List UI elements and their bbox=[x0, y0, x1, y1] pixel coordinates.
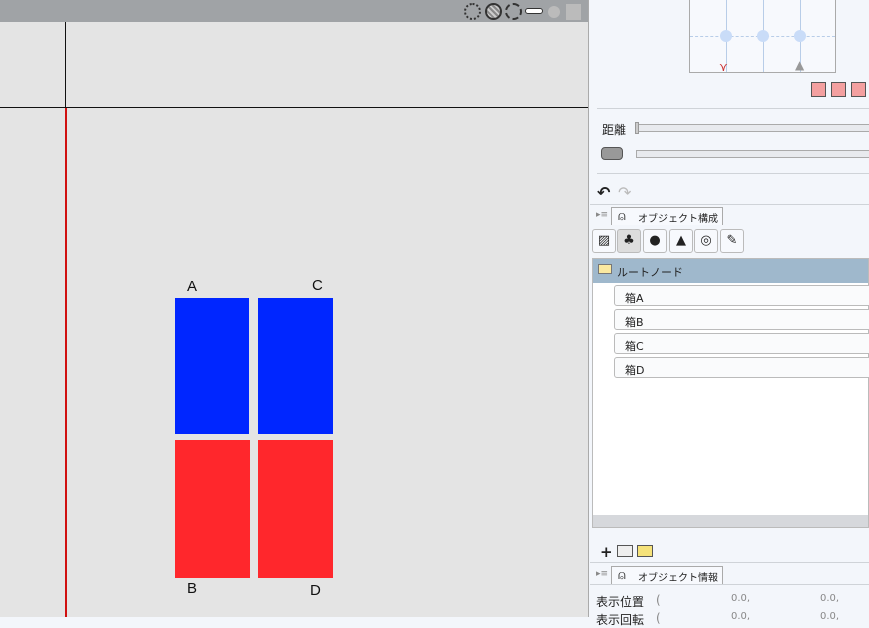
scene-button[interactable]: ▨ bbox=[592, 229, 616, 253]
info-label: 表示回転 bbox=[596, 613, 645, 627]
tree-root-node[interactable]: ルートノード bbox=[593, 259, 868, 283]
points-icon[interactable] bbox=[464, 3, 481, 20]
redo-icon: ↷ bbox=[618, 183, 632, 202]
viewport-toolbar bbox=[0, 0, 588, 22]
person-gear-icon: ⍝ bbox=[618, 568, 626, 583]
camera-marker-icon[interactable]: ⋎ bbox=[719, 60, 728, 74]
label-a: A bbox=[187, 278, 198, 295]
tree-node[interactable]: 箱D bbox=[614, 357, 869, 378]
3d-viewport[interactable]: A C B D bbox=[0, 0, 589, 617]
distance-slider[interactable] bbox=[635, 122, 869, 134]
box-c[interactable] bbox=[258, 298, 333, 434]
box-a[interactable] bbox=[175, 298, 249, 434]
label-b: B bbox=[187, 580, 198, 597]
light-marker-icon[interactable]: ▲ bbox=[795, 58, 804, 72]
bone-icon[interactable] bbox=[525, 8, 543, 14]
tree-node[interactable]: 箱A bbox=[614, 285, 869, 306]
box-b[interactable] bbox=[175, 440, 250, 578]
panel-menu-icon[interactable]: ▸≡ bbox=[596, 210, 608, 220]
vertical-guide bbox=[65, 22, 66, 108]
right-panel: ⋎ ▲ 距離 ↶ ↷ ▸≡ ⍝ オブジェクト構成 ▨ ♣ ● ▲ ◎ ✎ ルートノ… bbox=[590, 0, 869, 627]
tree-button[interactable]: ♣ bbox=[617, 229, 641, 253]
flag-icon bbox=[566, 4, 581, 20]
camera-button[interactable]: ◎ bbox=[694, 229, 718, 253]
paren: ( bbox=[656, 611, 661, 625]
tab-label: オブジェクト情報 bbox=[638, 573, 718, 584]
new-folder-icon[interactable] bbox=[617, 545, 633, 557]
info-row-position: 表示位置 ( 0.0, 0.0, bbox=[596, 593, 866, 610]
disabled-sphere-icon bbox=[548, 6, 560, 18]
tree-node[interactable]: 箱B bbox=[614, 309, 869, 330]
undo-icon[interactable]: ↶ bbox=[597, 183, 610, 202]
wireframe-sphere-icon[interactable] bbox=[485, 3, 502, 20]
navigator-grid[interactable]: ⋎ ▲ bbox=[689, 0, 836, 74]
add-icon[interactable]: + bbox=[600, 543, 613, 561]
horizon-line bbox=[0, 107, 588, 108]
info-row-rotation: 表示回転 ( 0.0, 0.0, bbox=[596, 611, 866, 628]
box-d[interactable] bbox=[258, 440, 333, 578]
material-button[interactable]: ● bbox=[643, 229, 667, 253]
label-d: D bbox=[310, 582, 321, 599]
ground-slider[interactable] bbox=[636, 150, 869, 158]
info-x: 0.0, bbox=[731, 593, 751, 604]
folder-icon bbox=[598, 264, 612, 274]
pose-button[interactable]: ▲ bbox=[669, 229, 693, 253]
tree-node[interactable]: 箱C bbox=[614, 333, 869, 354]
cube-view-top-icon[interactable] bbox=[851, 82, 866, 97]
burst-icon[interactable] bbox=[505, 3, 522, 20]
label-c: C bbox=[312, 277, 323, 294]
tab-label: オブジェクト構成 bbox=[638, 214, 718, 225]
red-guide-line bbox=[65, 108, 67, 617]
cube-view-front-icon[interactable] bbox=[811, 82, 826, 97]
info-y: 0.0, bbox=[820, 593, 840, 604]
object-tree[interactable]: ルートノード 箱A 箱B 箱C 箱D bbox=[592, 258, 869, 528]
distance-label: 距離 bbox=[602, 123, 627, 137]
panel-menu-icon[interactable]: ▸≡ bbox=[596, 569, 608, 579]
tree-scrollbar[interactable] bbox=[593, 515, 868, 527]
tab-object-structure[interactable]: ⍝ オブジェクト構成 bbox=[611, 207, 723, 225]
info-label: 表示位置 bbox=[596, 595, 645, 609]
light-button[interactable]: ✎ bbox=[720, 229, 744, 253]
ground-icon bbox=[601, 147, 623, 160]
tab-object-info[interactable]: ⍝ オブジェクト情報 bbox=[611, 566, 723, 584]
paren: ( bbox=[656, 593, 661, 607]
folder-settings-icon[interactable] bbox=[637, 545, 653, 557]
person-icon: ⍝ bbox=[618, 209, 626, 224]
root-label: ルートノード bbox=[617, 266, 683, 279]
cube-view-side-icon[interactable] bbox=[831, 82, 846, 97]
